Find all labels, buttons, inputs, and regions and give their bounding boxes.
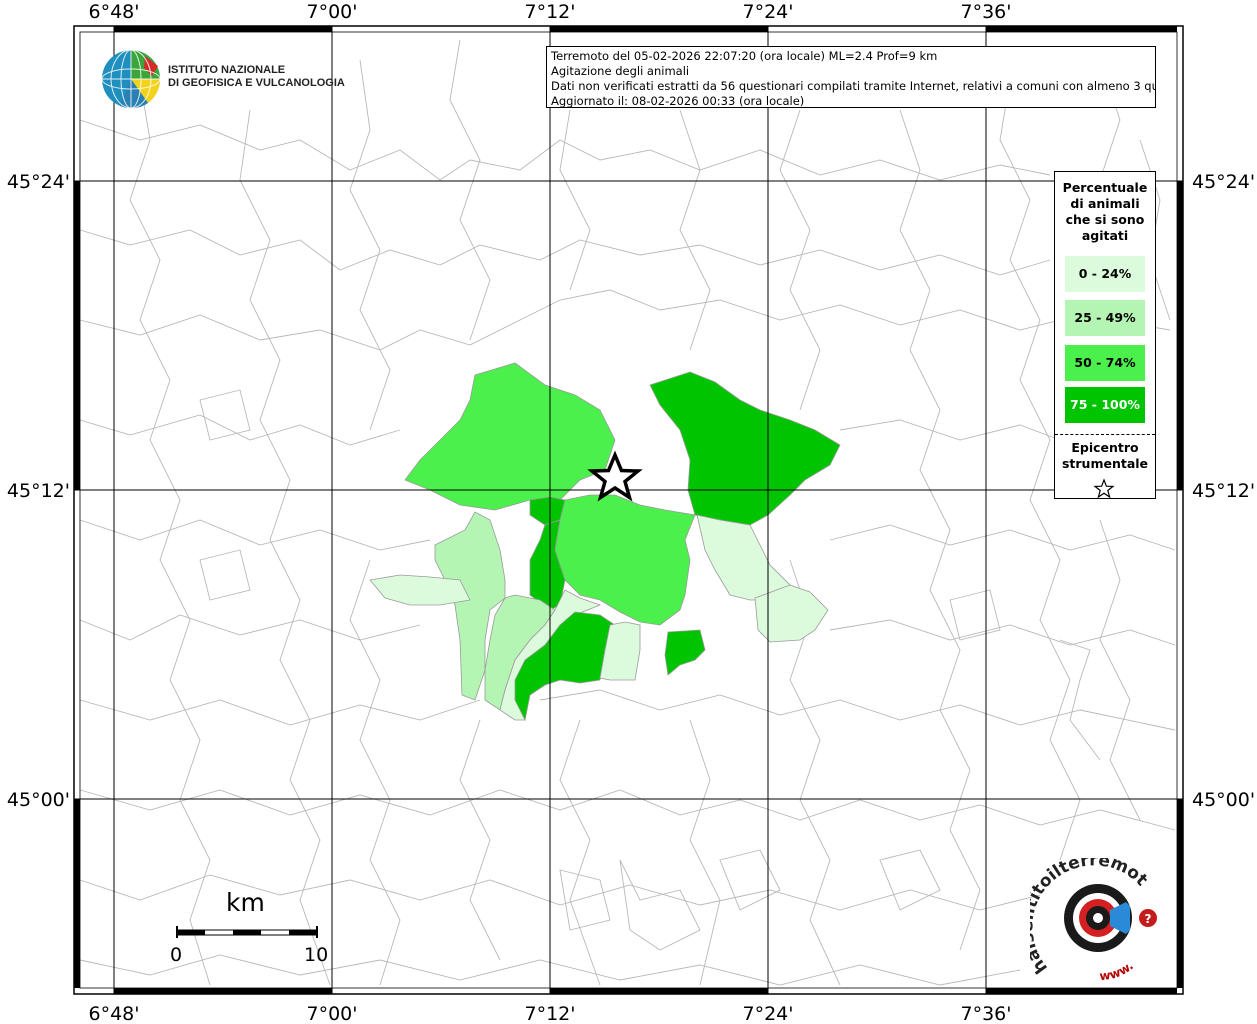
scale-bar: km 0 10 [168, 888, 338, 972]
ingv-logo-text: ISTITUTO NAZIONALE DI GEOFISICA E VULCAN… [168, 64, 345, 90]
scale-min-label: 0 [170, 944, 183, 966]
legend-title-line: che si sono [1065, 212, 1145, 227]
legend-epicenter-line: Epicentro [1071, 440, 1139, 455]
legend-star-icon [1093, 478, 1115, 499]
lon-label: 7°12' [525, 1003, 576, 1024]
lon-label: 6°48' [89, 1003, 140, 1024]
lat-label: 45°12' [1192, 480, 1255, 502]
ingv-name-line2: DI GEOFISICA E VULCANOLOGIA [168, 77, 345, 89]
lat-label: 45°12' [7, 480, 70, 502]
legend-title-line: di animali [1070, 196, 1140, 211]
event-info-box: Terremoto del 05-02-2026 22:07:20 (ora l… [546, 46, 1156, 108]
data-notice: Dati non verificati estratti da 56 quest… [551, 79, 1156, 93]
globe-icon [101, 49, 161, 109]
lon-label: 6°48' [89, 1, 140, 23]
lon-label: 7°24' [743, 1003, 794, 1024]
haisentito-url-text: www. [1099, 959, 1136, 984]
ingv-logo: ISTITUTO NAZIONALE DI GEOFISICA E VULCAN… [100, 48, 345, 110]
svg-text:?: ? [1145, 912, 1152, 926]
lon-label: 7°24' [743, 1, 794, 23]
haisentito-logo-graphic: haisentitoilterremoto.it www. ? [1017, 843, 1157, 984]
lat-label: 45°00' [1192, 789, 1255, 811]
legend: Percentuale di animali che si sono agita… [1054, 171, 1156, 499]
legend-item: 0 - 24% [1065, 256, 1145, 292]
lon-label: 7°12' [525, 1, 576, 23]
legend-epicenter-label: Epicentro strumentale [1055, 440, 1155, 472]
legend-item: 75 - 100% [1065, 387, 1145, 423]
map-subject: Agitazione degli animali [551, 64, 690, 78]
lon-label: 7°36' [961, 1003, 1012, 1024]
ingv-name-line1: ISTITUTO NAZIONALE [168, 64, 286, 76]
legend-title-line: Percentuale [1062, 180, 1148, 195]
lon-label: 7°00' [307, 1003, 358, 1024]
legend-divider [1055, 434, 1155, 435]
lat-label: 45°24' [1192, 171, 1255, 193]
legend-item: 25 - 49% [1065, 300, 1145, 336]
lon-label: 7°00' [307, 1, 358, 23]
lat-label: 45°00' [7, 789, 70, 811]
scale-max-label: 10 [304, 944, 329, 966]
lon-label: 7°36' [961, 1, 1012, 23]
lat-label: 45°24' [7, 171, 70, 193]
haisentito-logo: haisentitoilterremoto.it www. ? [1017, 843, 1170, 988]
legend-title: Percentuale di animali che si sono agita… [1055, 180, 1155, 244]
legend-item: 50 - 74% [1065, 345, 1145, 381]
scale-unit: km [226, 888, 265, 917]
legend-title-line: agitati [1081, 228, 1129, 243]
legend-epicenter-line: strumentale [1061, 456, 1149, 471]
svg-text:www.: www. [1099, 959, 1136, 984]
event-title: Terremoto del 05-02-2026 22:07:20 (ora l… [551, 49, 938, 63]
scale-bar-graphic [176, 926, 318, 938]
updated-timestamp: Aggiornato il: 08-02-2026 00:33 (ora loc… [551, 94, 805, 108]
